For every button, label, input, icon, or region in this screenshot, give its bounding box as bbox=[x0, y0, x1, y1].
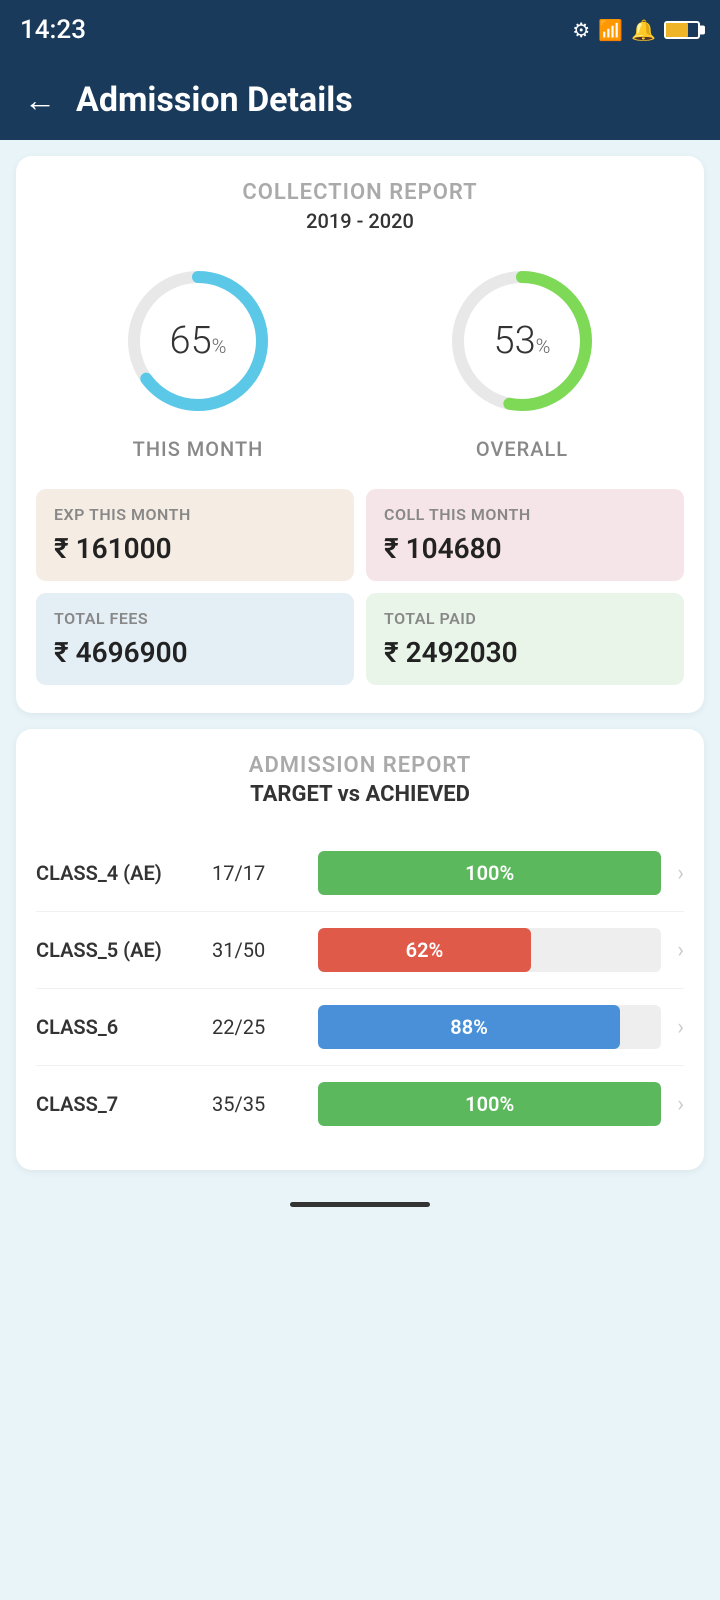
exp-this-month-label: EXP THIS MONTH bbox=[54, 505, 336, 524]
this-month-chart: 65% THIS MONTH bbox=[118, 261, 278, 461]
class6-progress-label: 88% bbox=[450, 1015, 488, 1039]
battery-icon bbox=[664, 21, 700, 39]
class4-count: 17/17 bbox=[212, 861, 302, 885]
collection-report-title: COLLECTION REPORT bbox=[36, 180, 684, 205]
class6-progress-bg: 88% bbox=[318, 1005, 661, 1049]
main-content: COLLECTION REPORT 2019 - 2020 65% THIS M… bbox=[0, 140, 720, 1186]
class7-progress-fill: 100% bbox=[318, 1082, 661, 1126]
class4-progress-bg: 100% bbox=[318, 851, 661, 895]
home-indicator bbox=[0, 1186, 720, 1215]
exp-this-month-card: EXP THIS MONTH ₹ 161000 bbox=[36, 489, 354, 581]
signal-icon: ⚙ bbox=[572, 18, 590, 42]
class7-progress-bg: 100% bbox=[318, 1082, 661, 1126]
class5-progress-bg: 62% bbox=[318, 928, 661, 972]
total-paid-card: TOTAL PAID ₹ 2492030 bbox=[366, 593, 684, 685]
class4-name: CLASS_4 (AE) bbox=[36, 861, 196, 885]
class4-progress-label: 100% bbox=[465, 861, 514, 885]
status-icons: ⚙ 📶 🔔 bbox=[572, 18, 700, 42]
status-time: 14:23 bbox=[20, 15, 86, 45]
page-title: Admission Details bbox=[76, 80, 353, 120]
coll-this-month-value: ₹ 104680 bbox=[384, 532, 666, 565]
class5-progress-fill: 62% bbox=[318, 928, 531, 972]
this-month-donut: 65% bbox=[118, 261, 278, 421]
coll-this-month-label: COLL THIS MONTH bbox=[384, 505, 666, 524]
overall-chart: 53% OVERALL bbox=[442, 261, 602, 461]
home-bar bbox=[290, 1202, 430, 1207]
class7-name: CLASS_7 bbox=[36, 1092, 196, 1116]
overall-donut: 53% bbox=[442, 261, 602, 421]
exp-this-month-value: ₹ 161000 bbox=[54, 532, 336, 565]
header: ← Admission Details bbox=[0, 60, 720, 140]
stats-grid: EXP THIS MONTH ₹ 161000 COLL THIS MONTH … bbox=[36, 489, 684, 685]
class7-chevron-icon: › bbox=[677, 1092, 684, 1117]
class4-chevron-icon: › bbox=[677, 861, 684, 886]
overall-label: OVERALL bbox=[476, 437, 568, 461]
status-bar: 14:23 ⚙ 📶 🔔 bbox=[0, 0, 720, 60]
class5-progress-label: 62% bbox=[406, 938, 444, 962]
coll-this-month-card: COLL THIS MONTH ₹ 104680 bbox=[366, 489, 684, 581]
total-paid-label: TOTAL PAID bbox=[384, 609, 666, 628]
this-month-percent-display: 65% bbox=[170, 319, 227, 363]
wifi-icon: 📶 bbox=[598, 18, 623, 42]
total-fees-label: TOTAL FEES bbox=[54, 609, 336, 628]
class7-progress-label: 100% bbox=[465, 1092, 514, 1116]
this-month-label: THIS MONTH bbox=[133, 437, 264, 461]
admission-row-class4[interactable]: CLASS_4 (AE) 17/17 100% › bbox=[36, 835, 684, 912]
admission-report-title: ADMISSION REPORT bbox=[36, 753, 684, 778]
class7-count: 35/35 bbox=[212, 1092, 302, 1116]
volume-icon: 🔔 bbox=[631, 18, 656, 42]
class6-count: 22/25 bbox=[212, 1015, 302, 1039]
admission-row-class6[interactable]: CLASS_6 22/25 88% › bbox=[36, 989, 684, 1066]
class4-progress-fill: 100% bbox=[318, 851, 661, 895]
admission-row-class7[interactable]: CLASS_7 35/35 100% › bbox=[36, 1066, 684, 1142]
total-fees-card: TOTAL FEES ₹ 4696900 bbox=[36, 593, 354, 685]
class6-chevron-icon: › bbox=[677, 1015, 684, 1040]
total-fees-value: ₹ 4696900 bbox=[54, 636, 336, 669]
back-button[interactable]: ← bbox=[24, 81, 56, 119]
class5-count: 31/50 bbox=[212, 938, 302, 962]
class5-chevron-icon: › bbox=[677, 938, 684, 963]
admission-report-card: ADMISSION REPORT TARGET vs ACHIEVED CLAS… bbox=[16, 729, 704, 1170]
admission-report-subtitle: TARGET vs ACHIEVED bbox=[36, 782, 684, 807]
collection-report-card: COLLECTION REPORT 2019 - 2020 65% THIS M… bbox=[16, 156, 704, 713]
class5-name: CLASS_5 (AE) bbox=[36, 938, 196, 962]
admission-row-class5[interactable]: CLASS_5 (AE) 31/50 62% › bbox=[36, 912, 684, 989]
charts-row: 65% THIS MONTH 53% OVERALL bbox=[36, 261, 684, 461]
overall-percent-display: 53% bbox=[494, 319, 551, 363]
total-paid-value: ₹ 2492030 bbox=[384, 636, 666, 669]
class6-name: CLASS_6 bbox=[36, 1015, 196, 1039]
collection-report-year: 2019 - 2020 bbox=[36, 209, 684, 233]
class6-progress-fill: 88% bbox=[318, 1005, 620, 1049]
